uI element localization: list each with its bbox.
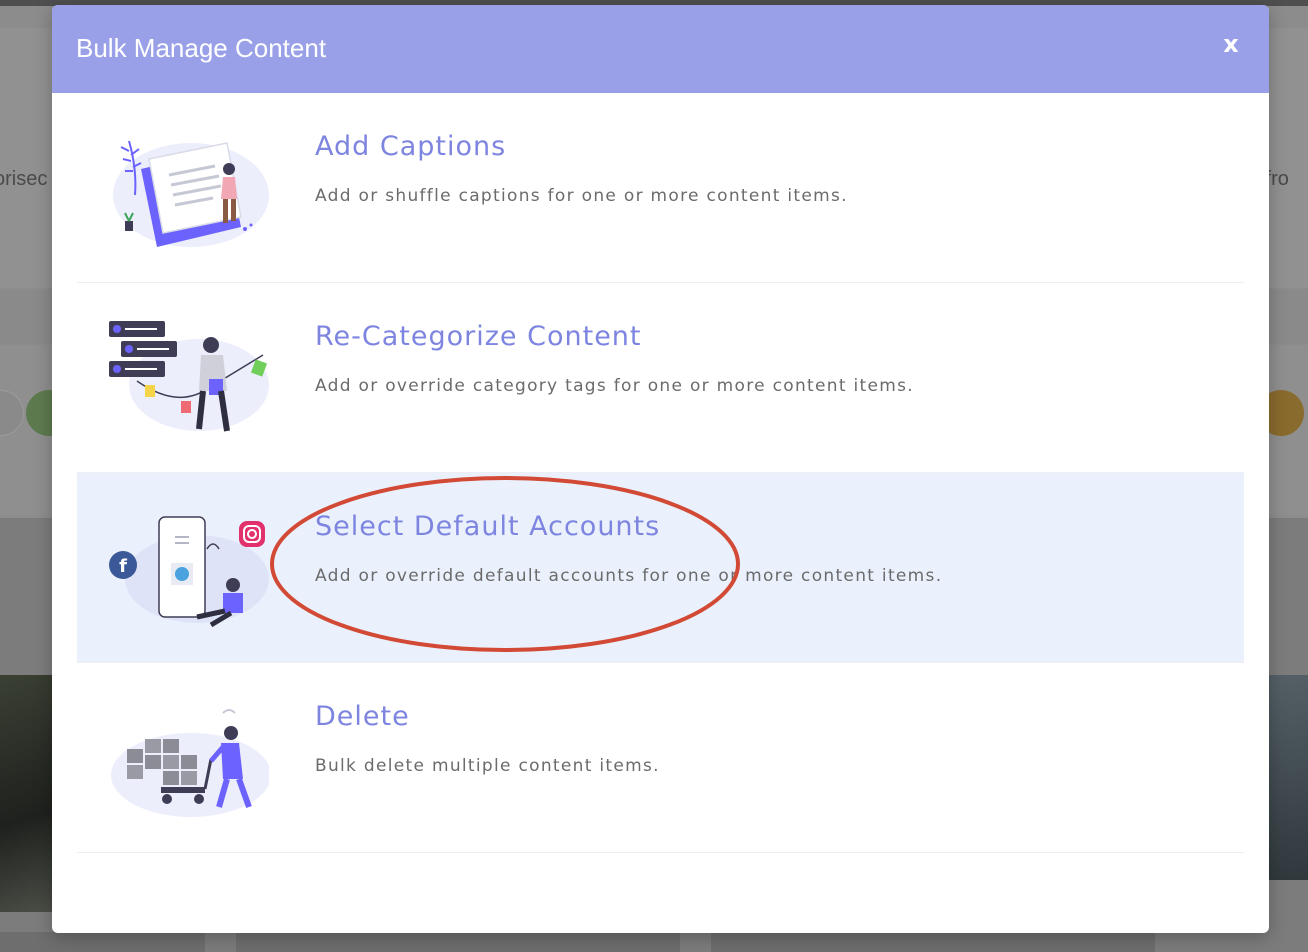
option-recategorize-content[interactable]: Re-Categorize Content Add or override ca… (77, 283, 1244, 473)
svg-text:f: f (119, 556, 127, 577)
background-card (236, 932, 680, 952)
option-delete[interactable]: Delete Bulk delete multiple content item… (77, 663, 1244, 853)
delete-illustration-icon (107, 699, 269, 821)
background-card (711, 932, 1155, 952)
option-description: Bulk delete multiple content items. (315, 756, 660, 776)
background-card (0, 932, 205, 952)
background-photo (0, 675, 52, 912)
close-button[interactable]: x (1217, 27, 1245, 61)
option-list: Add Captions Add or shuffle captions for… (77, 93, 1244, 853)
captions-illustration-icon (107, 129, 269, 251)
option-title: Delete (315, 701, 410, 732)
option-description: Add or shuffle captions for one or more … (315, 186, 848, 206)
social-accounts-illustration-icon: f (107, 509, 269, 631)
option-description: Add or override default accounts for one… (315, 566, 942, 586)
categorize-illustration-icon (107, 319, 269, 441)
option-title: Re-Categorize Content (315, 321, 642, 352)
option-add-captions[interactable]: Add Captions Add or shuffle captions for… (77, 93, 1244, 283)
bulk-manage-modal: Bulk Manage Content x (52, 5, 1269, 933)
modal-header: Bulk Manage Content x (52, 5, 1269, 93)
option-select-default-accounts[interactable]: f Select Default Accounts Add or overrid… (77, 473, 1244, 663)
background-photo (1268, 675, 1308, 880)
modal-title: Bulk Manage Content (76, 33, 326, 64)
background-text: orisec (0, 168, 47, 191)
option-title: Select Default Accounts (315, 511, 660, 542)
option-title: Add Captions (315, 131, 506, 162)
option-description: Add or override category tags for one or… (315, 376, 914, 396)
